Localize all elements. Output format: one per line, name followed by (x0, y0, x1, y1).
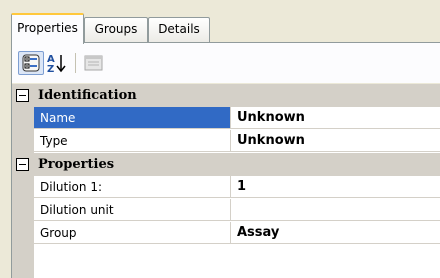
toolbar-separator (75, 53, 76, 73)
category-label: Properties (38, 157, 115, 172)
alphabetical-sort-button[interactable]: A Z (44, 51, 70, 75)
tab-groups[interactable]: Groups (84, 17, 148, 42)
grid-gutter (12, 84, 34, 278)
svg-text:Z: Z (47, 64, 54, 75)
property-value[interactable] (231, 199, 440, 221)
property-name-label[interactable]: Dilution unit (34, 199, 231, 221)
tab-properties-label: Properties (17, 21, 78, 35)
collapse-toggle-icon[interactable] (16, 158, 29, 171)
alphabetical-sort-icon: A Z (47, 54, 66, 75)
property-value[interactable]: 1 (231, 176, 440, 198)
tab-details-label: Details (158, 22, 200, 36)
property-value[interactable]: Assay (231, 222, 440, 244)
property-name-label[interactable]: Group (34, 222, 231, 244)
property-grid: Identification Name Unknown Type Unknown… (12, 84, 440, 278)
tab-groups-label: Groups (94, 22, 138, 36)
property-name-label[interactable]: Type (34, 130, 231, 152)
categorized-view-button[interactable] (18, 51, 44, 75)
property-row-group[interactable]: Group Assay (34, 222, 440, 245)
property-toolbar: A Z (12, 43, 440, 83)
property-pages-icon (84, 55, 103, 71)
property-row-dilution-1[interactable]: Dilution 1: 1 (34, 176, 440, 199)
property-row-type[interactable]: Type Unknown (34, 130, 440, 153)
property-pages-button[interactable] (81, 51, 107, 75)
categorized-view-icon (22, 54, 40, 72)
tab-details[interactable]: Details (148, 17, 210, 42)
property-name-label[interactable]: Dilution 1: (34, 176, 231, 198)
property-row-name[interactable]: Name Unknown (34, 107, 440, 130)
category-row-identification: Identification (12, 84, 440, 107)
category-row-properties: Properties (12, 153, 440, 176)
tab-properties[interactable]: Properties (11, 13, 84, 44)
property-value[interactable]: Unknown (231, 130, 440, 152)
tab-strip: Properties Groups Details (0, 0, 440, 44)
property-row-dilution-unit[interactable]: Dilution unit (34, 199, 440, 222)
category-label: Identification (38, 88, 137, 103)
collapse-toggle-icon[interactable] (16, 89, 29, 102)
property-name-label[interactable]: Name (34, 107, 231, 129)
property-value[interactable]: Unknown (231, 107, 440, 129)
